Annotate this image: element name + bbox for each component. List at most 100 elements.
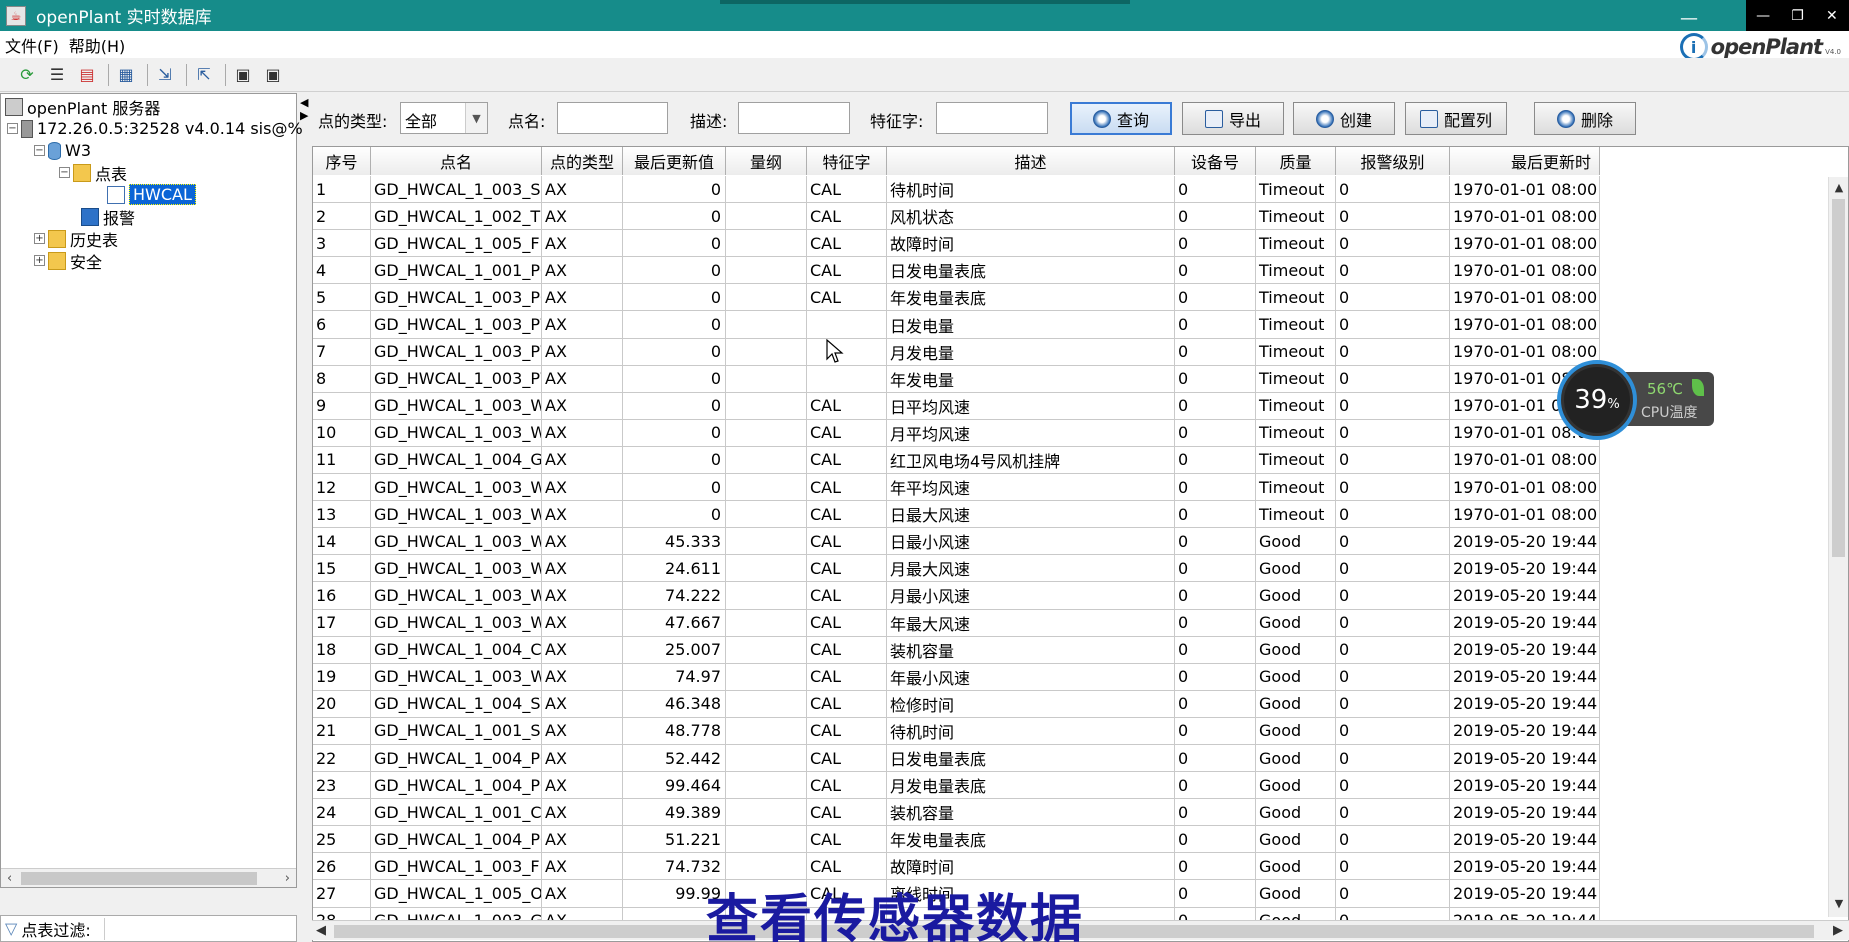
- table-row[interactable]: 15GD_HWCAL_1_003_WS...AX24.611CAL月最大风速0G…: [313, 555, 1600, 583]
- query-button[interactable]: 查询: [1070, 102, 1172, 135]
- column-header[interactable]: 描述: [887, 147, 1175, 175]
- delete-list-icon[interactable]: ▤: [74, 62, 100, 88]
- collapse-icon[interactable]: −: [59, 167, 70, 178]
- column-header[interactable]: 质量: [1256, 147, 1336, 175]
- column-header[interactable]: 点名: [371, 147, 542, 175]
- table-cell: GD_HWCAL_1_003_PO...: [371, 284, 542, 311]
- chevron-down-icon[interactable]: ▼: [465, 103, 487, 133]
- type-select[interactable]: 全部 ▼: [400, 102, 488, 134]
- collapse-icon[interactable]: −: [7, 123, 18, 134]
- refresh-icon[interactable]: ⟳: [14, 62, 40, 88]
- tree-node-alarm[interactable]: 报警: [81, 206, 135, 228]
- table-cell: [726, 636, 807, 663]
- table-row[interactable]: 16GD_HWCAL_1_003_WS...AX74.222CAL月最小风速0G…: [313, 582, 1600, 610]
- table-row[interactable]: 3GD_HWCAL_1_005_FLT...AX0CAL故障时间0Timeout…: [313, 230, 1600, 258]
- table-row[interactable]: 24GD_HWCAL_1_001_CAPAX49.389CAL装机容量0Good…: [313, 799, 1600, 827]
- restore-button[interactable]: ❐: [1780, 0, 1814, 31]
- connect-icon[interactable]: ▣: [230, 62, 256, 88]
- table-cell: 故障时间: [887, 230, 1175, 257]
- scroll-right-icon[interactable]: ›: [285, 871, 290, 886]
- scroll-up-icon[interactable]: ▲: [1829, 181, 1848, 199]
- feature-input[interactable]: [936, 102, 1048, 134]
- splitter-left-icon[interactable]: ◀: [300, 96, 310, 109]
- column-header[interactable]: 最后更新时: [1450, 147, 1600, 175]
- table-row[interactable]: 21GD_HWCAL_1_001_SB...AX48.778CAL待机时间0Go…: [313, 717, 1600, 745]
- menu-help[interactable]: 帮助(H): [64, 33, 131, 57]
- table-cell: [807, 365, 887, 392]
- table-cell: Good: [1256, 582, 1336, 609]
- table-row[interactable]: 14GD_HWCAL_1_003_WS...AX45.333CAL日最小风速0G…: [313, 528, 1600, 556]
- minimize-icon[interactable]: —: [1680, 8, 1698, 29]
- table-row[interactable]: 19GD_HWCAL_1_003_WS...AX74.97CAL年最小风速0Go…: [313, 663, 1600, 691]
- expand-icon[interactable]: +: [34, 233, 45, 244]
- table-cell: CAL: [807, 392, 887, 419]
- table-row[interactable]: 5GD_HWCAL_1_003_PO...AX0CAL年发电量表底0Timeou…: [313, 284, 1600, 312]
- tree-node-security[interactable]: + 安全: [34, 250, 102, 272]
- table-row[interactable]: 7GD_HWCAL_1_003_PWMAX0月发电量0Timeout01970-…: [313, 338, 1600, 366]
- import-icon[interactable]: ⇲: [152, 62, 178, 88]
- list-icon[interactable]: ☰: [44, 62, 70, 88]
- table-row[interactable]: 25GD_HWCAL_1_004_PO...AX51.221CAL年发电量表底0…: [313, 826, 1600, 854]
- table-row[interactable]: 18GD_HWCAL_1_004_CAPAX25.007CAL装机容量0Good…: [313, 636, 1600, 664]
- table-row[interactable]: 8GD_HWCAL_1_003_PWYAX0年发电量0Timeout01970-…: [313, 365, 1600, 393]
- column-header[interactable]: 设备号: [1175, 147, 1256, 175]
- tree-node-hwcal[interactable]: HWCAL: [107, 184, 196, 205]
- tree-horizontal-scrollbar[interactable]: ‹ ›: [1, 868, 296, 887]
- tree-node-database[interactable]: − W3: [34, 140, 91, 161]
- table-row[interactable]: 13GD_HWCAL_1_003_WS...AX0CAL日最大风速0Timeou…: [313, 501, 1600, 529]
- table-row[interactable]: 20GD_HWCAL_1_004_SV...AX46.348CAL检修时间0Go…: [313, 690, 1600, 718]
- table-row[interactable]: 9GD_HWCAL_1_003_WS...AX0CAL日平均风速0Timeout…: [313, 392, 1600, 420]
- column-header[interactable]: 最后更新值: [623, 147, 726, 175]
- table-row[interactable]: 10GD_HWCAL_1_003_WS...AX0CAL月平均风速0Timeou…: [313, 419, 1600, 447]
- create-button[interactable]: 创建: [1293, 102, 1395, 135]
- table-vertical-scrollbar[interactable]: ▲ ▼: [1828, 177, 1848, 917]
- table-row[interactable]: 17GD_HWCAL_1_003_WS...AX47.667CAL年最大风速0G…: [313, 609, 1600, 637]
- table-row[interactable]: 4GD_HWCAL_1_001_PO...AX0CAL日发电量表底0Timeou…: [313, 257, 1600, 285]
- minimize-button[interactable]: —: [1746, 0, 1780, 31]
- scroll-thumb[interactable]: [1832, 199, 1845, 557]
- table-row[interactable]: 22GD_HWCAL_1_004_PO...AX52.442CAL日发电量表底0…: [313, 744, 1600, 773]
- tree-config-icon[interactable]: ▦: [113, 62, 139, 88]
- disconnect-icon[interactable]: ▣: [260, 62, 286, 88]
- tree-node-history[interactable]: + 历史表: [34, 228, 118, 250]
- column-header[interactable]: 量纲: [726, 147, 807, 175]
- table-row[interactable]: 1GD_HWCAL_1_003_SB...AX0CAL待机时间0Timeout0…: [313, 176, 1600, 204]
- table-row[interactable]: 11 GD_HWCAL_1_004_GP AX 0 CAL 红卫风电场4号风机挂牌 0 Tim…: [313, 446, 1600, 475]
- collapse-icon[interactable]: −: [34, 145, 45, 156]
- expand-icon[interactable]: +: [34, 255, 45, 266]
- name-input[interactable]: [557, 102, 668, 134]
- scroll-right-icon[interactable]: ▶: [1833, 923, 1843, 938]
- table-cell: 0: [1175, 880, 1256, 907]
- close-button[interactable]: ✕: [1815, 0, 1849, 31]
- scroll-thumb[interactable]: [21, 872, 257, 885]
- splitter[interactable]: ◀ ▶: [300, 96, 310, 122]
- desc-input[interactable]: [738, 102, 850, 134]
- tree-node-point-table[interactable]: − 点表: [59, 162, 127, 184]
- splitter-right-icon[interactable]: ▶: [300, 109, 310, 122]
- export-icon[interactable]: ⇱: [191, 62, 217, 88]
- table-row[interactable]: 23GD_HWCAL_1_004_PO...AX99.464CAL月发电量表底0…: [313, 772, 1600, 800]
- table-cell: 0: [1336, 690, 1450, 717]
- table-row[interactable]: 2GD_HWCAL_1_002_TR...AX0CAL风机状态0Timeout0…: [313, 203, 1600, 231]
- table-cell: AX: [542, 203, 623, 230]
- export-button[interactable]: 导出: [1182, 102, 1284, 135]
- scroll-down-icon[interactable]: ▼: [1829, 897, 1848, 915]
- tree-node-root[interactable]: openPlant 服务器: [5, 96, 160, 118]
- table-row[interactable]: 6GD_HWCAL_1_003_PWDAX0日发电量0Timeout01970-…: [313, 311, 1600, 339]
- scroll-left-icon[interactable]: ‹: [7, 871, 12, 886]
- column-header[interactable]: 报警级别: [1336, 147, 1450, 175]
- column-header[interactable]: 序号: [313, 147, 371, 175]
- column-header[interactable]: 特征字: [807, 147, 887, 175]
- table-cell: Good: [1256, 717, 1336, 744]
- column-header[interactable]: 点的类型: [542, 147, 623, 175]
- menu-file[interactable]: 文件(F): [0, 33, 64, 57]
- table-cell: Timeout: [1256, 203, 1336, 230]
- table-row[interactable]: 12GD_HWCAL_1_003_WS...AX0CAL年平均风速0Timeou…: [313, 474, 1600, 502]
- filter-input[interactable]: [104, 918, 296, 940]
- scroll-left-icon[interactable]: ◀: [316, 923, 326, 938]
- delete-button[interactable]: 删除: [1534, 102, 1636, 135]
- tree-hwcal-label[interactable]: HWCAL: [129, 184, 196, 205]
- config-columns-button[interactable]: 配置列: [1405, 102, 1507, 135]
- tree-node-server[interactable]: − 172.26.0.5:32528 v4.0.14 sis@%: [7, 118, 303, 139]
- table-cell: AX: [542, 663, 623, 690]
